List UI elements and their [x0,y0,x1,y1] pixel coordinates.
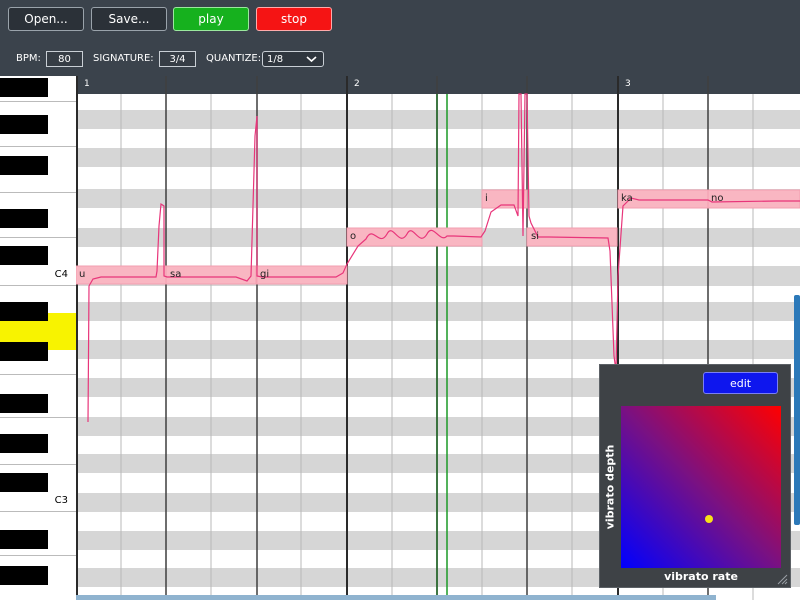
vertical-scrollbar[interactable] [794,295,800,525]
key-label-c3: C3 [54,495,68,506]
white-key-border [0,237,76,238]
white-key-border [0,101,76,102]
black-key[interactable] [0,434,48,453]
bpm-label: BPM: [16,53,41,64]
white-key-border [0,417,76,418]
play-button[interactable]: play [173,7,249,31]
quantize-value: 1/8 [267,53,284,65]
measure-number: 1 [84,79,90,89]
measure-number: 3 [625,79,631,89]
note-lyric[interactable]: gi [260,269,269,280]
black-key[interactable] [0,342,48,361]
chevron-down-icon [306,56,317,63]
bpm-input[interactable]: 80 [46,51,83,67]
piano-keyboard[interactable]: C4 C3 [0,76,76,600]
note-lyric[interactable]: no [711,193,723,204]
note-lyric[interactable]: i [485,193,488,204]
white-key-border [0,511,76,512]
white-key-border [0,285,76,286]
stop-button[interactable]: stop [256,7,332,31]
save-button[interactable]: Save... [91,7,167,31]
note-lyric[interactable]: o [350,231,356,242]
black-key[interactable] [0,78,48,97]
vibrato-panel: edit vibrato depth vibrato rate [599,364,791,588]
vibrato-depth-label: vibrato depth [603,444,617,530]
white-key-border [0,192,76,193]
white-key-border [0,464,76,465]
black-key[interactable] [0,209,48,228]
black-key[interactable] [0,156,48,175]
note-lyric[interactable]: si [531,231,539,242]
horizontal-scrollbar[interactable] [76,595,716,600]
quantize-select[interactable]: 1/8 [262,51,324,67]
black-key[interactable] [0,302,48,321]
quantize-label: QUANTIZE: [206,53,262,64]
signature-input[interactable]: 3/4 [159,51,196,67]
white-key-border [0,555,76,556]
black-key[interactable] [0,566,48,585]
black-key[interactable] [0,394,48,413]
note-lyric[interactable]: ka [621,193,633,204]
signature-label: SIGNATURE: [93,53,154,64]
measure-number: 2 [354,79,360,89]
note-lyric[interactable]: sa [170,269,181,280]
black-key[interactable] [0,246,48,265]
edit-button[interactable]: edit [703,372,778,394]
black-key[interactable] [0,530,48,549]
resize-grip-icon[interactable] [776,573,788,585]
black-key[interactable] [0,473,48,492]
white-key-border [0,146,76,147]
white-key-border [0,374,76,375]
vibrato-xy-pad[interactable] [621,406,781,568]
note-lyric[interactable]: u [79,269,85,280]
key-label-c4: C4 [54,269,68,280]
vibrato-rate-label: vibrato rate [664,570,738,583]
black-key[interactable] [0,115,48,134]
open-button[interactable]: Open... [8,7,84,31]
